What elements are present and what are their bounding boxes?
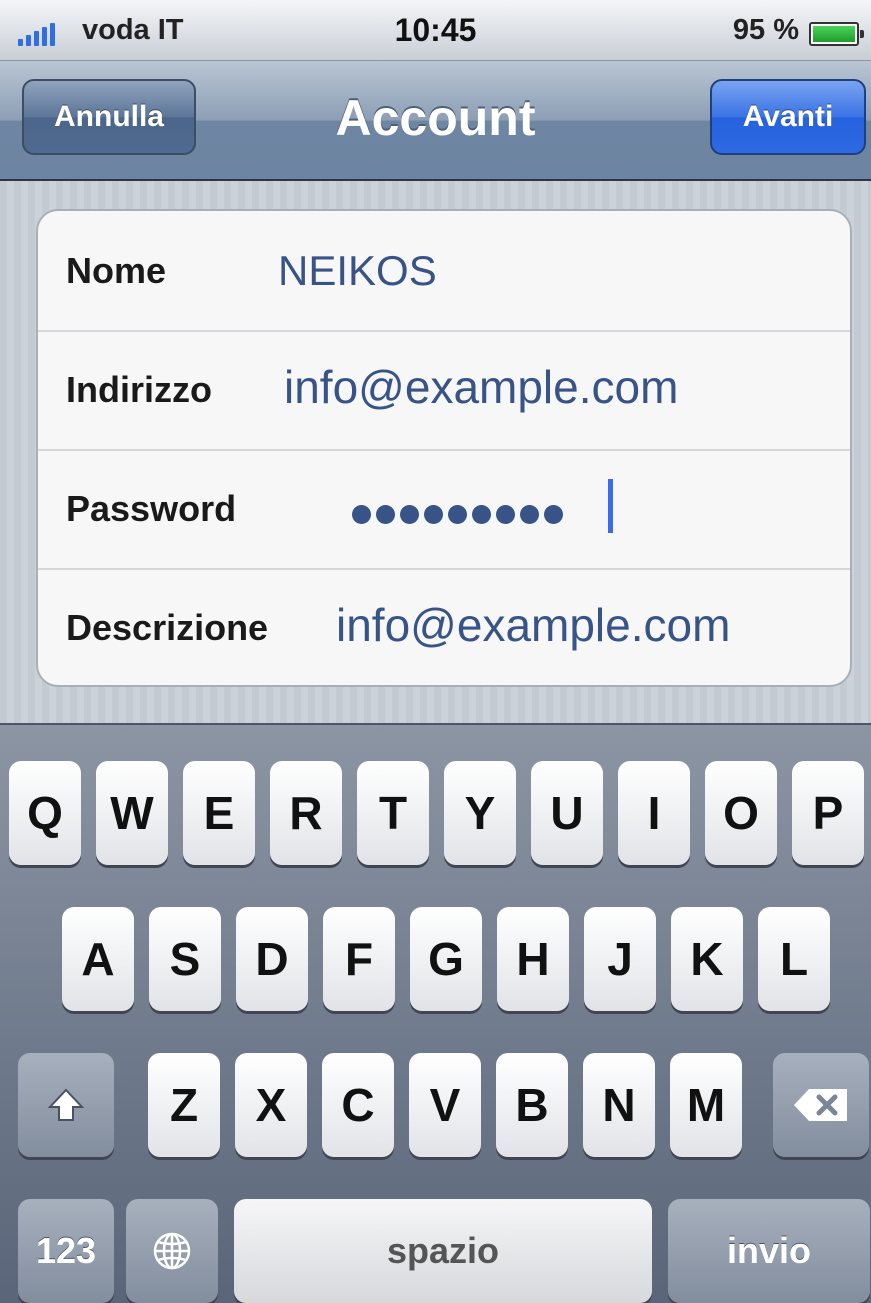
key-f[interactable]: F [323,907,395,1011]
key-t[interactable]: T [357,761,429,865]
description-input[interactable]: info@example.com [336,598,730,652]
key-c[interactable]: C [322,1053,394,1157]
key-m[interactable]: M [670,1053,742,1157]
description-label: Descrizione [66,607,269,648]
shift-key[interactable] [18,1053,114,1157]
form-area: Nome NEIKOS Indirizzo info@example.com P… [0,181,871,723]
password-dot [496,505,515,524]
password-label: Password [66,488,237,529]
key-u[interactable]: U [531,761,603,865]
password-dot [520,505,539,524]
screen: voda IT 10:45 95 % Annulla Account Avant… [0,0,871,1303]
key-i[interactable]: I [618,761,690,865]
password-input[interactable] [352,505,563,524]
key-o[interactable]: O [705,761,777,865]
key-s[interactable]: S [149,907,221,1011]
password-dot [400,505,419,524]
key-b[interactable]: B [496,1053,568,1157]
key-x[interactable]: X [235,1053,307,1157]
keyboard: 123 spazio invio QWERTYUIOP ASDFGHJKL ZXCV… [0,723,871,1303]
address-field-row[interactable]: Indirizzo info@example.com [38,330,850,449]
key-l[interactable]: L [758,907,830,1011]
key-v[interactable]: V [409,1053,481,1157]
status-bar: voda IT 10:45 95 % [0,0,871,61]
battery-percentage: 95 % [732,14,799,46]
key-g[interactable]: G [410,907,482,1011]
name-field-row[interactable]: Nome NEIKOS [38,211,850,330]
password-dot [448,505,467,524]
key-h[interactable]: H [497,907,569,1011]
key-r[interactable]: R [270,761,342,865]
key-e[interactable]: E [183,761,255,865]
navigation-bar: Annulla Account Avanti [0,61,871,181]
key-w[interactable]: W [96,761,168,865]
globe-key[interactable] [126,1199,218,1303]
address-input[interactable]: info@example.com [284,360,678,414]
key-q[interactable]: Q [9,761,81,865]
delete-icon [794,1089,847,1121]
key-y[interactable]: Y [444,761,516,865]
globe-icon [153,1232,191,1270]
password-dot [376,505,395,524]
text-cursor [608,479,613,533]
address-label: Indirizzo [66,369,212,410]
key-j[interactable]: J [584,907,656,1011]
password-dot [424,505,443,524]
password-dot [544,505,563,524]
numbers-key[interactable]: 123 [18,1199,114,1303]
key-d[interactable]: D [236,907,308,1011]
key-p[interactable]: P [792,761,864,865]
password-field-row[interactable]: Password [38,449,850,568]
next-button[interactable]: Avanti [710,79,866,155]
battery-icon [809,22,864,46]
key-k[interactable]: K [671,907,743,1011]
name-label: Nome [66,250,167,291]
return-key[interactable]: invio [668,1199,870,1303]
account-form: Nome NEIKOS Indirizzo info@example.com P… [36,209,852,687]
description-field-row[interactable]: Descrizione info@example.com [38,568,850,685]
shift-icon [47,1088,85,1121]
password-dot [352,505,371,524]
password-dot [472,505,491,524]
key-n[interactable]: N [583,1053,655,1157]
key-z[interactable]: Z [148,1053,220,1157]
space-key[interactable]: spazio [234,1199,652,1303]
key-a[interactable]: A [62,907,134,1011]
name-input[interactable]: NEIKOS [278,247,437,295]
delete-key[interactable] [773,1053,869,1157]
